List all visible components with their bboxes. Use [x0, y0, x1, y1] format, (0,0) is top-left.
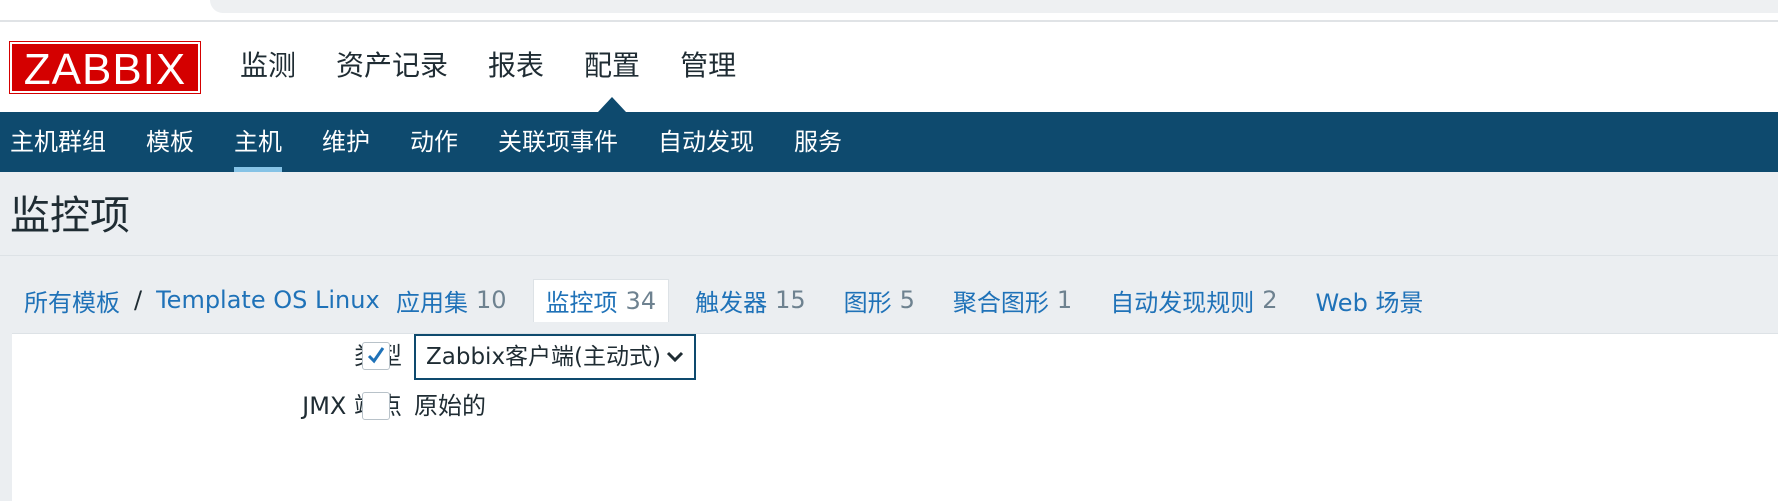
type-checkbox[interactable] — [362, 342, 390, 370]
title-divider — [0, 255, 1778, 256]
tab-web-scenarios[interactable]: Web 场景 — [1303, 279, 1435, 321]
template-tabs: 应用集 10 监控项 34 触发器 15 图形 5 聚合图形 1 自动发现规则 … — [384, 278, 1449, 322]
browser-address-area — [210, 0, 1778, 13]
tab-discovery-rules[interactable]: 自动发现规则 2 — [1098, 279, 1289, 321]
tab-count: 15 — [775, 286, 806, 314]
tab-count: 10 — [476, 286, 507, 314]
page-title: 监控项 — [10, 193, 130, 239]
tab-items[interactable]: 监控项 34 — [532, 278, 670, 322]
breadcrumb-template[interactable]: Template OS Linux — [156, 286, 380, 314]
top-menu: 监测 资产记录 报表 配置 管理 — [240, 44, 776, 112]
sub-menu-actions[interactable]: 动作 — [410, 112, 458, 172]
tab-applications[interactable]: 应用集 10 — [384, 279, 519, 321]
tab-label: 监控项 — [545, 289, 618, 317]
check-icon — [367, 347, 385, 364]
sub-menu-templates[interactable]: 模板 — [146, 112, 194, 172]
jmx-checkbox[interactable] — [362, 392, 390, 420]
sub-menu-event-correlation[interactable]: 关联项事件 — [498, 112, 618, 172]
type-select-value: Zabbix客户端(主动式) — [426, 344, 661, 370]
tab-label: 自动发现规则 — [1110, 288, 1255, 317]
top-menu-inventory[interactable]: 资产记录 — [336, 44, 448, 88]
top-menu-reports[interactable]: 报表 — [488, 44, 544, 88]
type-label: 类型 — [12, 336, 402, 376]
jmx-label: JMX 端点 — [302, 392, 402, 420]
tab-graphs[interactable]: 图形 5 — [832, 279, 927, 321]
tab-label: 触发器 — [695, 288, 768, 317]
top-menu-monitoring[interactable]: 监测 — [240, 44, 296, 88]
breadcrumb-all-templates[interactable]: 所有模板 — [24, 283, 120, 318]
tab-count: 1 — [1056, 286, 1073, 314]
sub-menu-host-groups[interactable]: 主机群组 — [10, 112, 106, 172]
tab-count: 2 — [1262, 286, 1278, 314]
top-menu-configuration[interactable]: 配置 — [584, 44, 640, 112]
jmx-value: 原始的 — [414, 392, 486, 420]
browser-strip — [0, 0, 1778, 22]
tab-count: 5 — [899, 286, 915, 314]
sub-menu-hosts[interactable]: 主机 — [234, 112, 282, 172]
zabbix-logo[interactable]: ZABBIX — [9, 41, 201, 94]
tab-label: 聚合图形 — [952, 288, 1049, 317]
sub-menu-bar: 主机群组 模板 主机 维护 动作 关联项事件 自动发现 服务 — [0, 112, 1778, 172]
tab-count: 34 — [625, 286, 657, 315]
sub-menu-services[interactable]: 服务 — [794, 112, 842, 172]
filter-panel: 类型 Zabbix客户端(主动式) JMX 端点 原始的 — [12, 333, 1778, 501]
sub-menu-discovery[interactable]: 自动发现 — [658, 112, 754, 172]
top-menu-administration[interactable]: 管理 — [680, 44, 736, 88]
breadcrumb-separator: / — [134, 286, 143, 314]
chevron-down-icon — [666, 351, 684, 363]
tab-triggers[interactable]: 触发器 15 — [683, 279, 818, 321]
tab-screens[interactable]: 聚合图形 1 — [941, 279, 1084, 321]
type-select[interactable]: Zabbix客户端(主动式) — [414, 334, 696, 380]
sub-menu-maintenance[interactable]: 维护 — [322, 112, 370, 172]
tab-label: Web 场景 — [1315, 288, 1424, 317]
breadcrumb: 所有模板 / Template OS Linux — [24, 278, 380, 322]
tab-label: 图形 — [843, 288, 892, 317]
main-header: ZABBIX 监测 资产记录 报表 配置 管理 — [0, 22, 1778, 112]
tab-label: 应用集 — [396, 288, 468, 317]
